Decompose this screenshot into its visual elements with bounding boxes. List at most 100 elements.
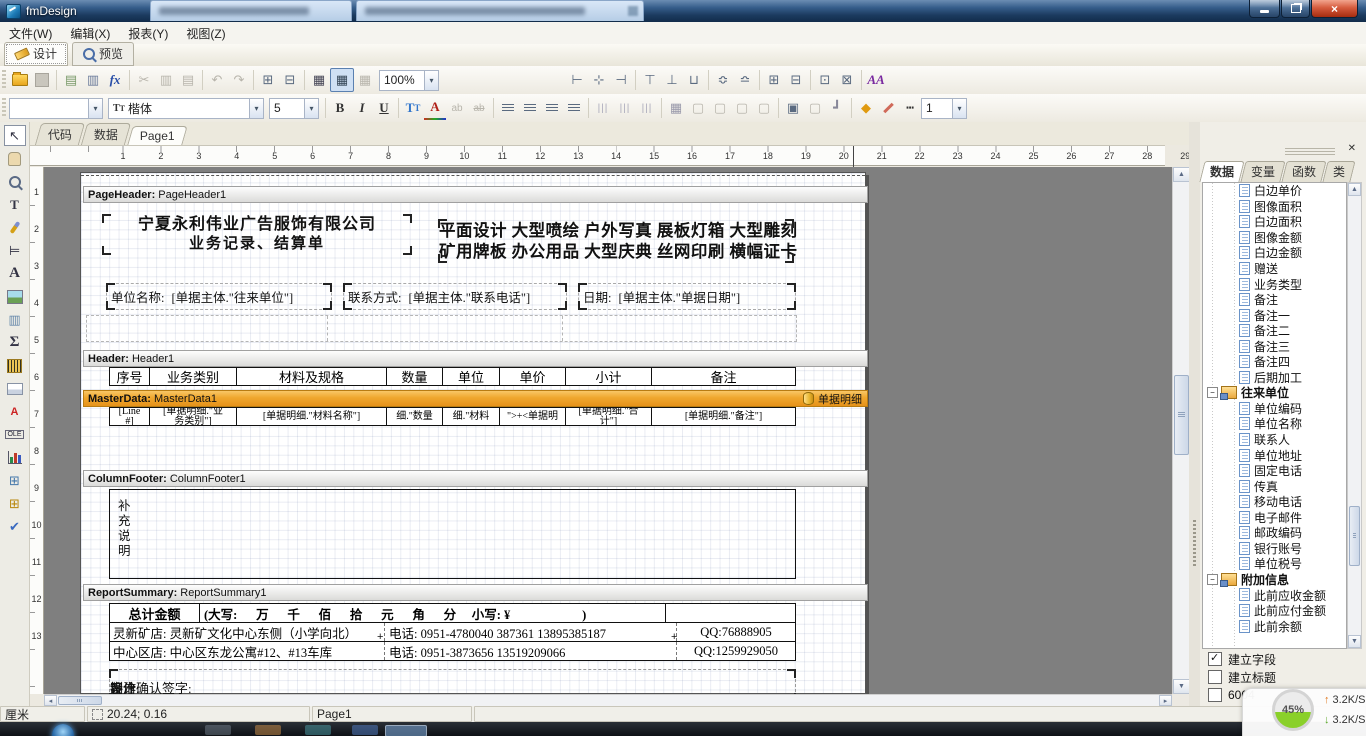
panel-close-icon[interactable]: ✕ bbox=[1348, 144, 1356, 154]
font-style-button[interactable]: TT bbox=[402, 97, 424, 119]
no-border-button[interactable]: ▢ bbox=[804, 97, 826, 119]
tree-item[interactable]: − 单位税号 bbox=[1203, 556, 1346, 572]
picture-object-tool[interactable] bbox=[4, 286, 26, 307]
space-equally-v-button[interactable]: ≏ bbox=[734, 69, 756, 91]
fit-height-button[interactable]: ⊠ bbox=[836, 69, 858, 91]
band-masterdata[interactable]: MasterData:MasterData1 单据明细 bbox=[83, 390, 868, 407]
send-to-back-button[interactable]: ⊟ bbox=[279, 69, 301, 91]
tree-item[interactable]: − 业务类型 bbox=[1203, 276, 1346, 292]
line-color-button[interactable] bbox=[877, 97, 899, 119]
tab-functions[interactable]: 函数 bbox=[1281, 161, 1326, 182]
scroll-left-icon[interactable]: ◂ bbox=[44, 695, 57, 706]
paste-button[interactable]: ▤ bbox=[177, 69, 199, 91]
collapse-icon[interactable]: − bbox=[1207, 387, 1218, 398]
tree-item[interactable]: − 备注一 bbox=[1203, 307, 1346, 323]
dbgrid-tool[interactable]: ⊞ bbox=[4, 493, 26, 514]
field-date[interactable]: 日期:[单据主体."单据日期"] bbox=[578, 283, 796, 310]
barcode-tool[interactable] bbox=[4, 355, 26, 376]
align-middle-text-button[interactable]: ||| bbox=[614, 97, 636, 119]
text-cursor-tool[interactable]: T bbox=[4, 194, 26, 215]
chart-tool[interactable] bbox=[4, 447, 26, 468]
all-borders-button[interactable]: ▦ bbox=[665, 97, 687, 119]
tab-variables[interactable]: 变量 bbox=[1240, 161, 1285, 182]
hand-tool[interactable] bbox=[4, 148, 26, 169]
services-object[interactable]: 平面设计 大型喷绘 户外写真 展板灯箱 大型雕刻 矿用牌板 办公用品 大型庆典 … bbox=[439, 220, 793, 262]
italic-button[interactable]: I bbox=[351, 97, 373, 119]
background-browser-tab[interactable] bbox=[150, 0, 352, 21]
page-setup-button[interactable]: ▥ bbox=[82, 69, 104, 91]
highlight-button[interactable]: ab bbox=[446, 97, 468, 119]
restore-button[interactable] bbox=[1281, 0, 1310, 18]
line-style-button[interactable]: ┅ bbox=[899, 97, 921, 119]
outer-border-button[interactable]: ▣ bbox=[782, 97, 804, 119]
align-right-edges-button[interactable]: ⊣ bbox=[610, 69, 632, 91]
menu-item[interactable]: 视图(Z) bbox=[177, 25, 234, 42]
align-v-centers-button[interactable]: ⊥ bbox=[661, 69, 683, 91]
data-cell[interactable]: [单据明细."备注"] bbox=[652, 408, 795, 425]
header-cell[interactable]: 单位 bbox=[443, 368, 500, 385]
checkbox-row[interactable]: 建立字段 bbox=[1200, 651, 1366, 667]
font-dialog-button[interactable]: AA bbox=[865, 69, 887, 91]
space-equally-h-button[interactable]: ≎ bbox=[712, 69, 734, 91]
data-cell[interactable]: [单据明细."材料名称"] bbox=[237, 408, 387, 425]
align-top-edges-button[interactable]: ⊤ bbox=[639, 69, 661, 91]
canvas-vertical-scrollbar[interactable]: ▲ ▼ bbox=[1172, 167, 1190, 694]
strike-button[interactable]: ab bbox=[468, 97, 490, 119]
scroll-thumb[interactable] bbox=[1174, 375, 1189, 455]
tab-data[interactable]: 数据 bbox=[81, 123, 131, 145]
align-bottom-text-button[interactable]: ||| bbox=[636, 97, 658, 119]
field-unit-name[interactable]: 单位名称:[单据主体."往来单位"] bbox=[106, 283, 332, 310]
bottom-border-button[interactable]: ▢ bbox=[709, 97, 731, 119]
tree-item[interactable]: − 附加信息 bbox=[1203, 572, 1346, 588]
font-color-button[interactable]: A bbox=[424, 96, 446, 120]
taskbar-item[interactable] bbox=[255, 725, 281, 735]
band-pageheader[interactable]: PageHeader:PageHeader1 bbox=[83, 186, 868, 203]
start-button[interactable] bbox=[52, 724, 74, 736]
center-v-in-band-button[interactable]: ⊟ bbox=[785, 69, 807, 91]
tree-item[interactable]: − 此前余额 bbox=[1203, 618, 1346, 634]
scroll-right-icon[interactable]: ▸ bbox=[1159, 695, 1172, 706]
tree-item[interactable]: − 单位地址 bbox=[1203, 447, 1346, 463]
checkbox[interactable] bbox=[1208, 652, 1222, 666]
undo-button[interactable]: ↶ bbox=[206, 69, 228, 91]
align-left-edges-button[interactable]: ⊢ bbox=[566, 69, 588, 91]
menu-item[interactable]: 编辑(X) bbox=[61, 25, 119, 42]
copy-button[interactable]: ▥ bbox=[155, 69, 177, 91]
tree-item[interactable]: − 银行账号 bbox=[1203, 541, 1346, 557]
report-page[interactable]: PageHeader:PageHeader1 宁夏永利伟业广告服饰有限公司 业务… bbox=[80, 172, 866, 694]
tree-item[interactable]: − 邮政编码 bbox=[1203, 525, 1346, 541]
checkbox-row[interactable]: 建立标题 bbox=[1200, 669, 1366, 685]
band-columnfooter[interactable]: ColumnFooter:ColumnFooter1 bbox=[83, 470, 868, 487]
tree-item[interactable]: − 此前应收金额 bbox=[1203, 587, 1346, 603]
empty-memo-row[interactable] bbox=[86, 315, 797, 342]
close-button[interactable]: × bbox=[1311, 0, 1358, 18]
align-right-button[interactable] bbox=[541, 97, 563, 119]
tree-item[interactable]: − 往来单位 bbox=[1203, 385, 1346, 401]
tree-item[interactable]: − 单位名称 bbox=[1203, 416, 1346, 432]
underline-button[interactable]: U bbox=[373, 97, 395, 119]
shape-tool[interactable] bbox=[4, 378, 26, 399]
tree-scrollbar[interactable]: ▲ ▼ bbox=[1347, 182, 1362, 649]
text-object-tool[interactable]: A bbox=[4, 263, 26, 284]
toolbar-grip[interactable] bbox=[2, 70, 6, 90]
style-select[interactable]: ▾ bbox=[9, 98, 103, 119]
toolbar-grip[interactable] bbox=[2, 98, 6, 118]
align-bottom-edges-button[interactable]: ⊔ bbox=[683, 69, 705, 91]
tree-item[interactable]: − 白边单价 bbox=[1203, 183, 1346, 199]
amount-caps-line[interactable]: (大写: 万 千 佰 拾 元 角 分 小写: ¥ ) bbox=[200, 604, 666, 622]
tree-item[interactable]: − 备注四 bbox=[1203, 354, 1346, 370]
scroll-up-icon[interactable]: ▲ bbox=[1348, 183, 1361, 196]
summary-table[interactable]: 总计金额 (大写: 万 千 佰 拾 元 角 分 小写: ¥ ) 灵新矿店: 灵新… bbox=[109, 603, 796, 661]
store-row[interactable]: 中心区店: 中心区东龙公寓#12、#13车库 电话: 0951-3873656 … bbox=[110, 642, 795, 660]
show-grid-button[interactable]: ▦ bbox=[308, 69, 330, 91]
select-tool[interactable]: ↖ bbox=[4, 125, 26, 146]
minimize-button[interactable] bbox=[1249, 0, 1280, 18]
fill-color-button[interactable]: ◆ bbox=[855, 97, 877, 119]
zoom-select[interactable]: 100%▾ bbox=[379, 70, 439, 91]
background-browser-tab[interactable] bbox=[356, 0, 644, 21]
header-cell[interactable]: 序号 bbox=[110, 368, 150, 385]
collapse-icon[interactable]: − bbox=[1207, 574, 1218, 585]
tree-item[interactable]: − 备注二 bbox=[1203, 323, 1346, 339]
snap-to-grid-button[interactable]: ▦ bbox=[330, 68, 354, 92]
panel-grip[interactable] bbox=[1285, 148, 1335, 155]
